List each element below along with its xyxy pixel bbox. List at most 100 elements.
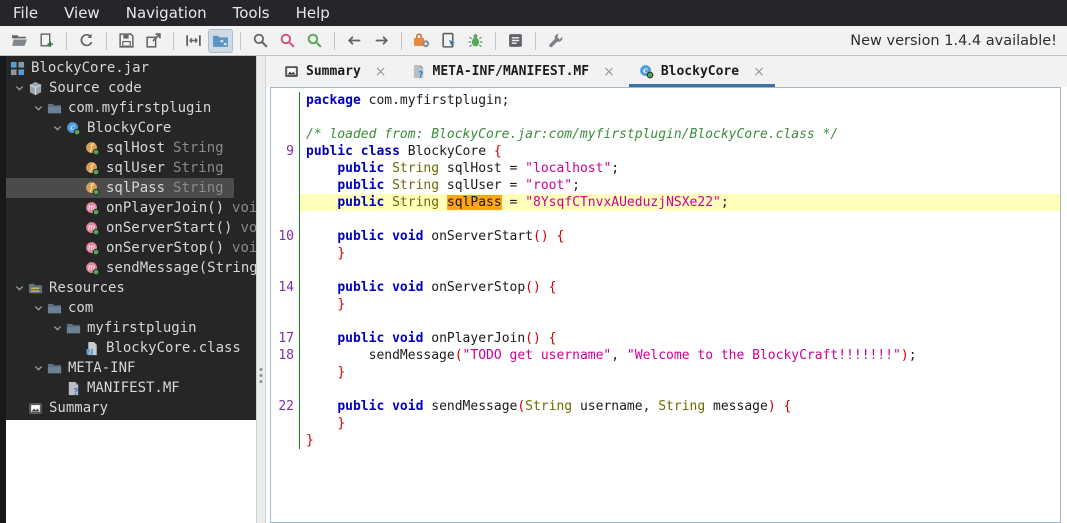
code-line-content: sendMessage("TODO get username", "Welcom… (299, 347, 1060, 364)
tree-item-summary[interactable]: Summary (6, 398, 256, 418)
code-line: } (271, 245, 1060, 262)
menu-item-help[interactable]: Help (283, 0, 343, 26)
tree-item-onserverstop[interactable]: monServerStop()voi (6, 238, 256, 258)
summary-icon (284, 64, 299, 79)
tree-item-source-code[interactable]: Source code (6, 78, 256, 98)
menu-item-file[interactable]: File (0, 0, 51, 26)
tree-item-label: BlockyCore.class (106, 340, 241, 356)
code-line: public String sqlHost = "localhost"; (271, 160, 1060, 177)
preferences-wrench-button[interactable] (543, 29, 568, 53)
tree-item-blockycore-class[interactable]: J BlockyCore.class (6, 338, 256, 358)
tree-item-meta-inf[interactable]: META-INF (6, 358, 256, 378)
open-file-button[interactable] (7, 29, 32, 53)
tree-item-onplayerjoin[interactable]: monPlayerJoin()voi (6, 198, 256, 218)
splitter-grip-icon[interactable] (260, 368, 263, 383)
quark-device-icon (440, 32, 457, 49)
text-search-button[interactable] (248, 29, 273, 53)
tab-label: META-INF/MANIFEST.MF (433, 64, 590, 79)
log-viewer-button[interactable] (503, 29, 528, 53)
tree-item-manifest-mf[interactable]: ?MANIFEST.MF (6, 378, 256, 398)
code-line: 22 public void sendMessage(String userna… (271, 398, 1060, 415)
toolbar-separator (535, 32, 536, 50)
code-line: } (271, 296, 1060, 313)
jadx-gui-window: FileViewNavigationToolsHelp New version … (0, 0, 1067, 523)
folder-icon (47, 301, 62, 316)
menu-item-view[interactable]: View (51, 0, 113, 26)
line-number (271, 245, 299, 262)
reload-button[interactable] (74, 29, 99, 53)
code-line: } (271, 432, 1060, 449)
line-number (271, 194, 299, 211)
field-icon: f (85, 181, 100, 196)
line-number (271, 364, 299, 381)
code-line: 9public class BlockyCore { (271, 143, 1060, 160)
tab-close-icon[interactable]: × (603, 64, 615, 80)
field-icon: f (85, 161, 100, 176)
tab-summary[interactable]: Summary × (272, 56, 399, 87)
comment-search-button[interactable] (302, 29, 327, 53)
line-number: 22 (271, 398, 299, 415)
tree-item-myfirstplugin[interactable]: myfirstplugin (6, 318, 256, 338)
chevron-down-icon[interactable] (29, 363, 47, 374)
chevron-down-icon[interactable] (29, 103, 47, 114)
back-button[interactable] (342, 29, 367, 53)
deobfuscation-button[interactable] (409, 29, 434, 53)
tab-blockycore[interactable]: cBlockyCore× (627, 56, 777, 87)
tree-item-sendmessage-string[interactable]: msendMessage(String (6, 258, 256, 278)
fit-width-button[interactable] (181, 29, 206, 53)
tab-close-icon[interactable]: × (753, 64, 765, 80)
tree-item-resources[interactable]: Resources (6, 278, 256, 298)
tree-item-onserverstart[interactable]: monServerStart()vo (6, 218, 256, 238)
code-line-content: public String sqlHost = "localhost"; (299, 160, 1060, 177)
update-notification[interactable]: New version 1.4.4 available! (850, 33, 1061, 49)
code-line-content (299, 381, 1060, 398)
chevron-down-icon[interactable] (10, 83, 28, 94)
highlighted-token: sqlPass (447, 195, 502, 210)
field-icon: f (85, 141, 100, 156)
tree-item-sqlhost[interactable]: fsqlHostString (6, 138, 256, 158)
menu-item-navigation[interactable]: Navigation (113, 0, 220, 26)
panel-splitter[interactable] (256, 56, 266, 523)
tree-item-com-myfirstplugin[interactable]: com.myfirstplugin (6, 98, 256, 118)
save-all-button[interactable] (114, 29, 139, 53)
code-editor[interactable]: package com.myfirstplugin;/* loaded from… (270, 87, 1061, 523)
code-area: package com.myfirstplugin;/* loaded from… (271, 88, 1060, 449)
export-button[interactable] (141, 29, 166, 53)
code-line: 17 public void onPlayerJoin() { (271, 330, 1060, 347)
tree-item-sqluser[interactable]: fsqlUserString (6, 158, 256, 178)
chevron-down-icon[interactable] (48, 123, 66, 134)
code-line: 18 sendMessage("TODO get username", "Wel… (271, 347, 1060, 364)
menu-item-tools[interactable]: Tools (220, 0, 283, 26)
code-line: /* loaded from: BlockyCore.jar:com/myfir… (271, 126, 1060, 143)
resources-icon (28, 281, 43, 296)
quark-device-button[interactable] (436, 29, 461, 53)
code-line (271, 109, 1060, 126)
chevron-down-icon[interactable] (48, 323, 66, 334)
tree-item-blockycore-jar[interactable]: BlockyCore.jar (6, 58, 256, 78)
code-line: public String sqlUser = "root"; (271, 177, 1060, 194)
chevron-down-icon[interactable] (10, 283, 28, 294)
debug-bug-button[interactable] (463, 29, 488, 53)
tree-item-label: BlockyCore (87, 120, 171, 136)
class-search-button[interactable] (275, 29, 300, 53)
forward-button[interactable] (369, 29, 394, 53)
tab-label: Summary (306, 64, 361, 79)
main-split: BlockyCore.jarSource codecom.myfirstplug… (0, 56, 1067, 523)
tab-close-icon[interactable]: × (375, 64, 387, 80)
tab-meta-inf-manifest-mf[interactable]: ?META-INF/MANIFEST.MF× (399, 56, 627, 87)
toolbar-separator (401, 32, 402, 50)
class-file-icon: J (85, 341, 100, 356)
line-number (271, 415, 299, 432)
line-number (271, 126, 299, 143)
code-line-content (299, 262, 1060, 279)
chevron-down-icon[interactable] (29, 303, 47, 314)
tree-item-sqlpass[interactable]: fsqlPassString (6, 178, 234, 198)
code-line-content (299, 313, 1060, 330)
tree-item-com[interactable]: com (6, 298, 256, 318)
code-line-content: } (299, 296, 1060, 313)
add-files-button[interactable] (34, 29, 59, 53)
tree-item-blockycore[interactable]: cBlockyCore (6, 118, 256, 138)
svg-text:J: J (88, 349, 91, 355)
code-line-content: public String sqlPass = "8YsqfCTnvxAUedu… (299, 194, 1060, 211)
workspace-flatten-button[interactable] (208, 29, 233, 53)
